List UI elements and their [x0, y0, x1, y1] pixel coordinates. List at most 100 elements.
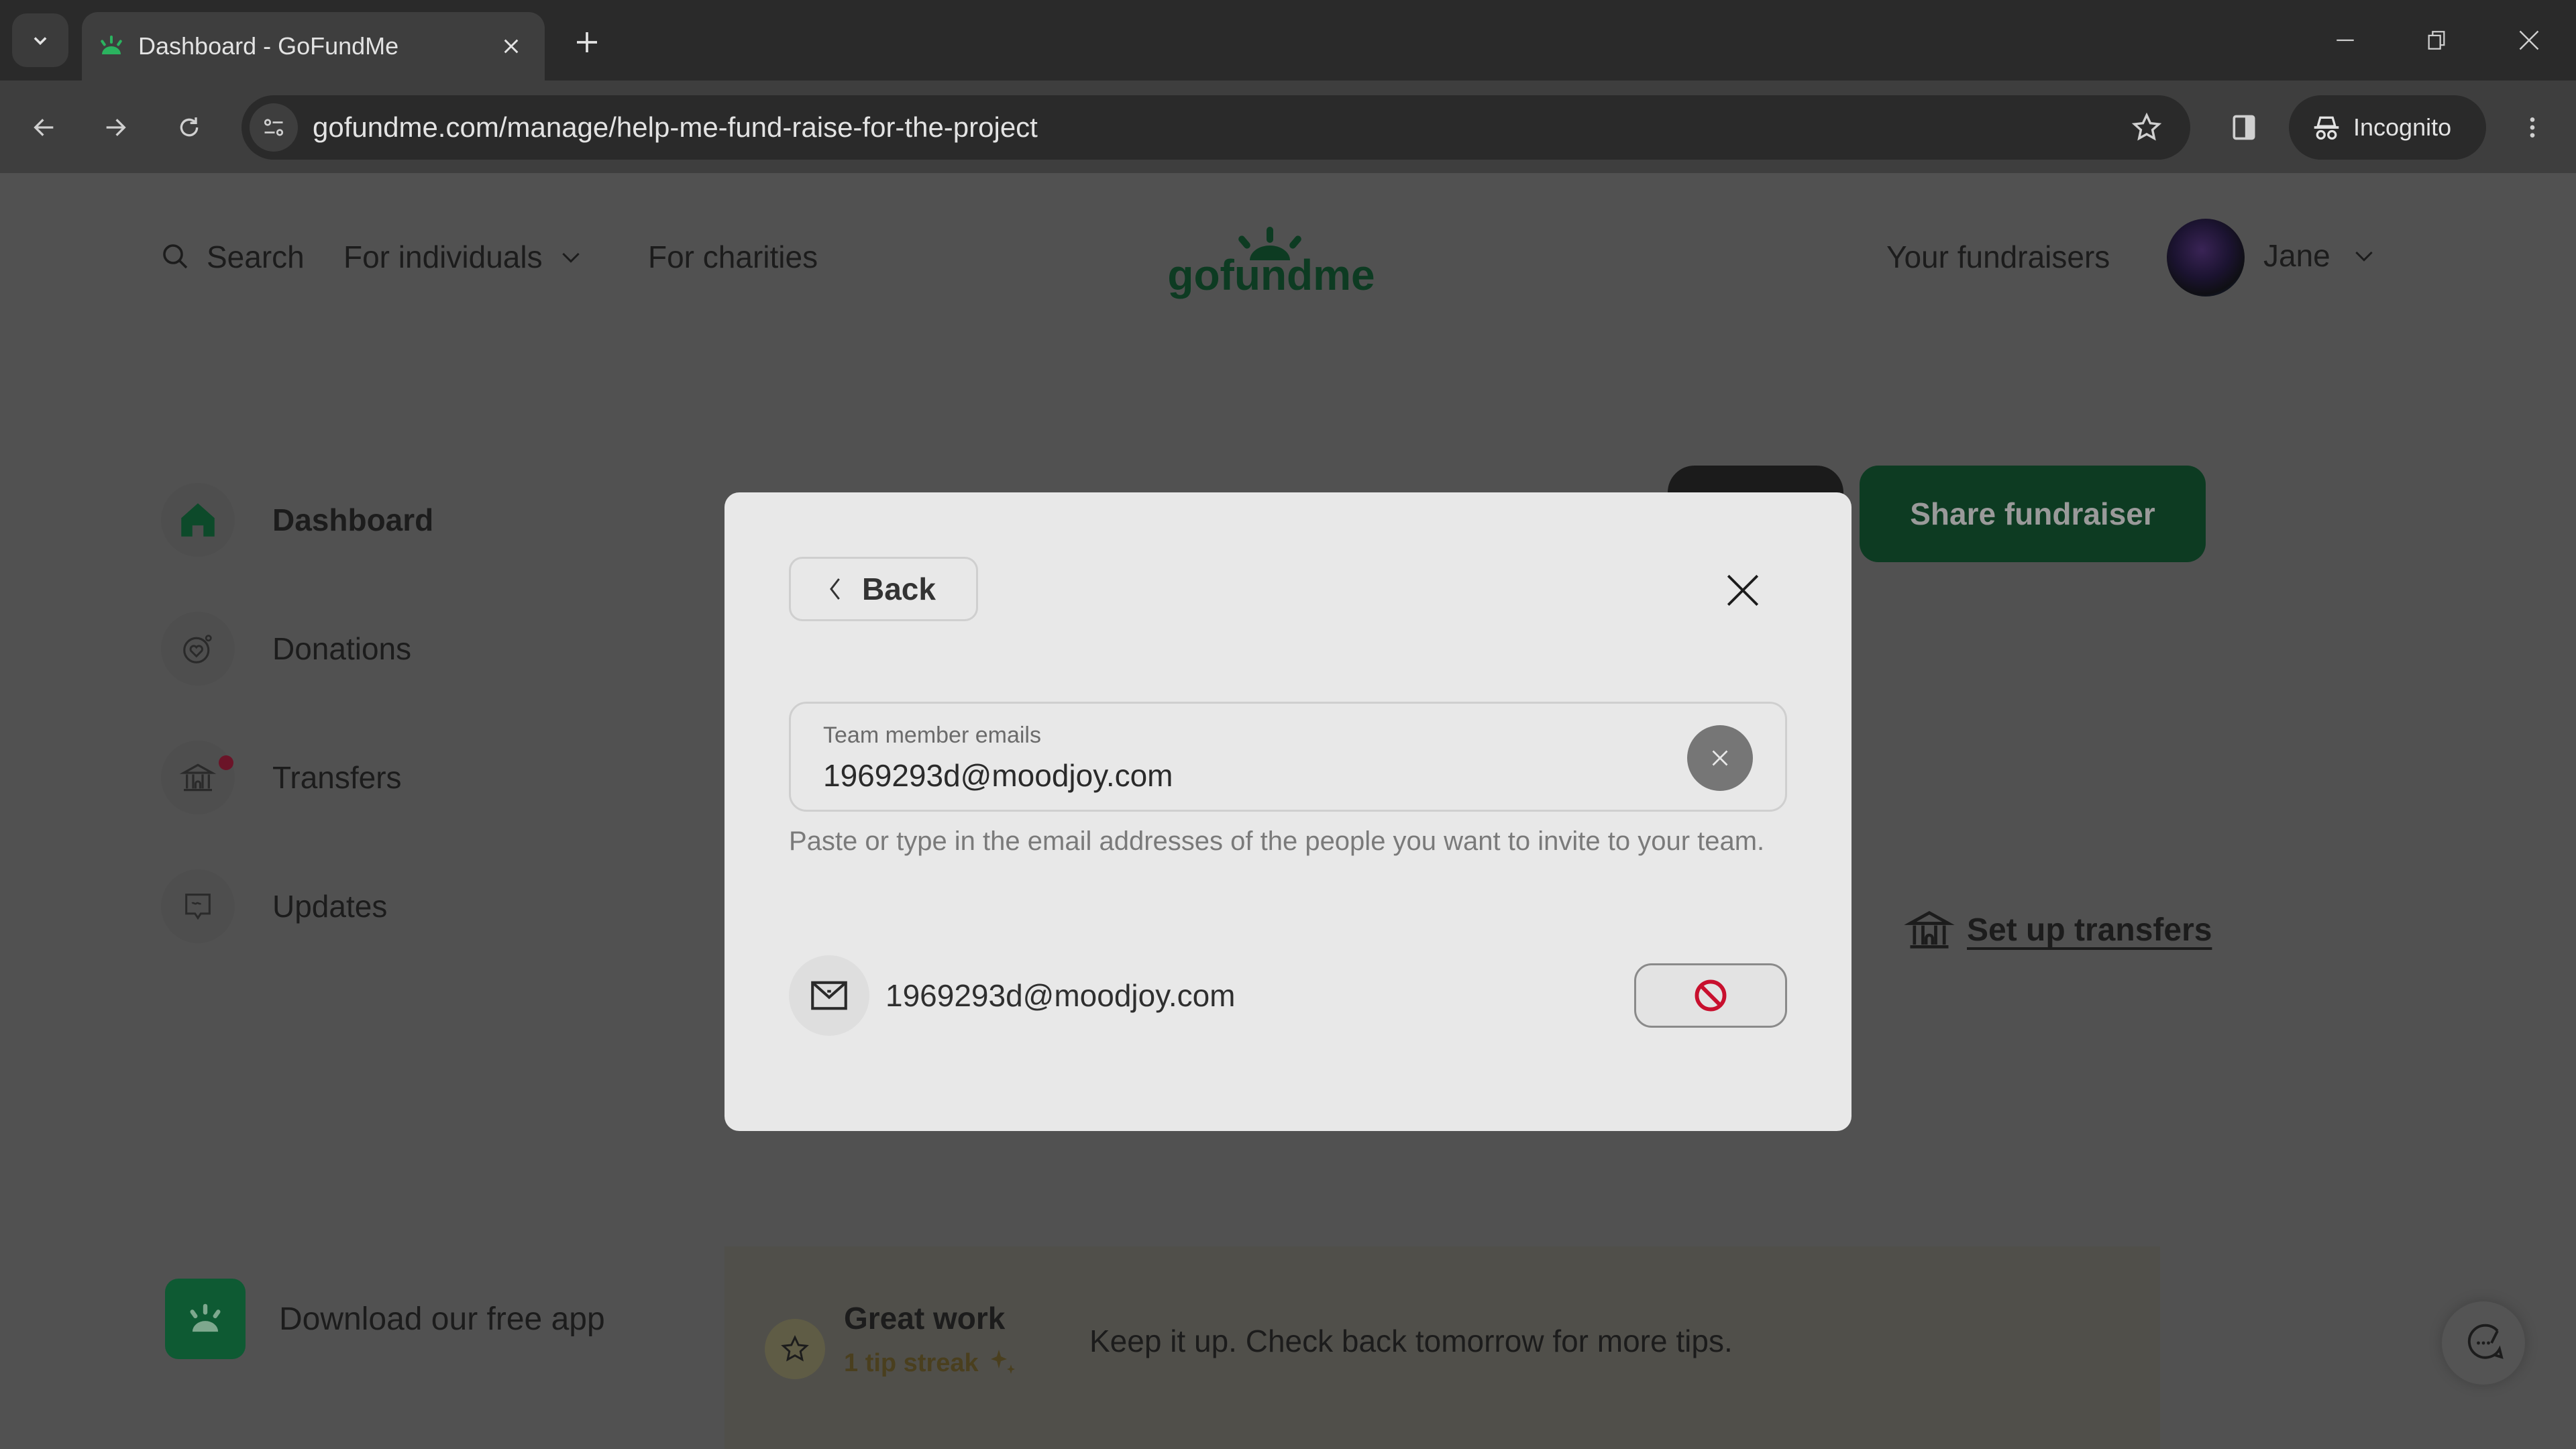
chevron-down-icon — [34, 37, 47, 46]
invite-team-modal: Back Team member emails Paste or type in… — [724, 492, 1851, 1131]
team-member-emails-field[interactable]: Team member emails — [789, 702, 1787, 812]
mail-icon-wrap — [789, 955, 869, 1036]
notification-dot — [219, 755, 233, 770]
gofundme-logo[interactable]: gofundme — [1164, 221, 1379, 302]
back-nav-button[interactable] — [19, 102, 70, 153]
user-menu-dropdown[interactable]: Jane — [2263, 237, 2377, 274]
setup-transfers-label: Set up transfers — [1967, 912, 2212, 948]
plus-icon — [577, 32, 597, 52]
tab-title: Dashboard - GoFundMe — [138, 32, 399, 60]
your-fundraisers-label: Your fundraisers — [1886, 239, 2110, 274]
download-app-label: Download our free app — [279, 1301, 605, 1337]
minimize-button[interactable] — [2318, 13, 2372, 67]
for-individuals-label: For individuals — [343, 239, 543, 274]
bookmark-button[interactable] — [2123, 104, 2170, 151]
chevron-down-icon — [2355, 251, 2373, 262]
restore-icon — [2428, 31, 2445, 50]
new-tab-button[interactable] — [564, 19, 610, 66]
remove-invitee-button[interactable] — [1634, 963, 1787, 1028]
tip-card: Great work 1 tip streak Keep it up. Chec… — [724, 1246, 2160, 1449]
side-panel-button[interactable] — [2217, 101, 2271, 154]
share-fundraiser-button[interactable]: Share fundraiser — [1860, 466, 2206, 562]
search-link[interactable]: Search — [160, 239, 305, 275]
incognito-icon — [2314, 116, 2339, 140]
team-member-emails-input[interactable] — [823, 757, 1628, 794]
clear-input-button[interactable] — [1687, 725, 1753, 791]
search-icon — [163, 244, 188, 269]
back-label: Back — [862, 572, 936, 606]
mail-icon — [811, 981, 847, 1010]
bank-icon — [1904, 910, 1955, 949]
your-fundraisers-link[interactable]: Your fundraisers — [1886, 239, 2110, 275]
prohibited-icon — [1695, 979, 1727, 1012]
bank-icon — [179, 763, 217, 792]
side-panel-icon — [2233, 115, 2255, 140]
chat-heart-icon — [2467, 1324, 2504, 1359]
sidebar-icon-wrap — [161, 741, 235, 814]
tip-streak: 1 tip streak — [844, 1347, 1019, 1379]
setup-transfers-link[interactable]: Set up transfers — [1904, 904, 2212, 955]
for-individuals-dropdown[interactable]: For individuals — [343, 239, 584, 275]
sidebar-label: Updates — [272, 889, 388, 924]
browser-toolbar: gofundme.com/manage/help-me-fund-raise-f… — [0, 80, 2576, 173]
chevron-left-icon — [830, 578, 840, 600]
star-icon — [2131, 112, 2162, 141]
arrow-right-icon — [106, 119, 126, 136]
reload-icon — [180, 117, 199, 137]
incognito-label: Incognito — [2353, 113, 2452, 141]
back-button[interactable]: Back — [789, 557, 978, 621]
user-name: Jane — [2263, 238, 2330, 273]
modal-close-button[interactable] — [1711, 558, 1775, 623]
close-icon — [1727, 574, 1759, 606]
url-text: gofundme.com/manage/help-me-fund-raise-f… — [313, 111, 1038, 143]
sidebar-item-dashboard[interactable]: Dashboard — [161, 483, 433, 557]
sidebar-item-transfers[interactable]: Transfers — [161, 741, 402, 814]
tab-close-button[interactable] — [491, 26, 531, 66]
search-label: Search — [207, 239, 305, 274]
chevron-down-icon — [561, 252, 580, 263]
sidebar-icon-wrap — [161, 612, 235, 686]
sparkle-icon — [990, 1350, 1015, 1374]
gofundme-favicon-icon — [101, 36, 122, 54]
app-icon — [165, 1279, 246, 1359]
browser-tabstrip: Dashboard - GoFundMe — [0, 0, 2576, 80]
updates-message-icon — [185, 894, 211, 920]
help-chat-button[interactable] — [2442, 1301, 2525, 1385]
site-header: Search For individuals For charities gof… — [0, 173, 2576, 347]
tip-title: Great work — [844, 1301, 1006, 1336]
site-info-button[interactable] — [250, 103, 298, 152]
close-icon — [504, 39, 519, 54]
incognito-badge[interactable]: Incognito — [2289, 95, 2486, 160]
reload-button[interactable] — [164, 102, 215, 153]
window-close-button[interactable] — [2502, 13, 2556, 67]
tune-icon — [264, 119, 284, 136]
close-icon — [2519, 30, 2539, 50]
for-charities-label: For charities — [648, 239, 818, 274]
restore-button[interactable] — [2410, 13, 2463, 67]
more-vert-icon — [2530, 117, 2535, 138]
gofundme-mark-icon — [190, 1303, 221, 1332]
tip-star-badge — [765, 1319, 825, 1379]
sidebar-label: Donations — [272, 631, 412, 666]
for-charities-link[interactable]: For charities — [648, 239, 818, 275]
tip-streak-label: 1 tip streak — [844, 1348, 979, 1377]
logo-text: gofundme — [1167, 251, 1375, 299]
address-bar[interactable]: gofundme.com/manage/help-me-fund-raise-f… — [241, 95, 2190, 160]
download-app-link[interactable]: Download our free app — [165, 1279, 605, 1359]
browser-tab-active[interactable]: Dashboard - GoFundMe — [82, 12, 545, 80]
sidebar-label: Transfers — [272, 760, 402, 795]
team-member-emails-label: Team member emails — [823, 722, 1041, 748]
sidebar-icon-wrap — [161, 483, 235, 557]
tip-message: Keep it up. Check back tomorrow for more… — [1089, 1324, 1733, 1358]
list-item: 1969293d@moodjoy.com — [789, 955, 1787, 1036]
avatar[interactable] — [2167, 219, 2245, 297]
sidebar-item-donations[interactable]: Donations — [161, 612, 411, 686]
minimize-icon — [2337, 39, 2354, 42]
browser-menu-button[interactable] — [2506, 101, 2559, 154]
invitee-email: 1969293d@moodjoy.com — [885, 978, 1236, 1013]
forward-nav-button[interactable] — [90, 102, 141, 153]
home-icon — [181, 503, 215, 537]
close-icon — [1712, 750, 1728, 766]
sidebar-item-updates[interactable]: Updates — [161, 869, 387, 943]
tab-search-button[interactable] — [12, 13, 68, 67]
